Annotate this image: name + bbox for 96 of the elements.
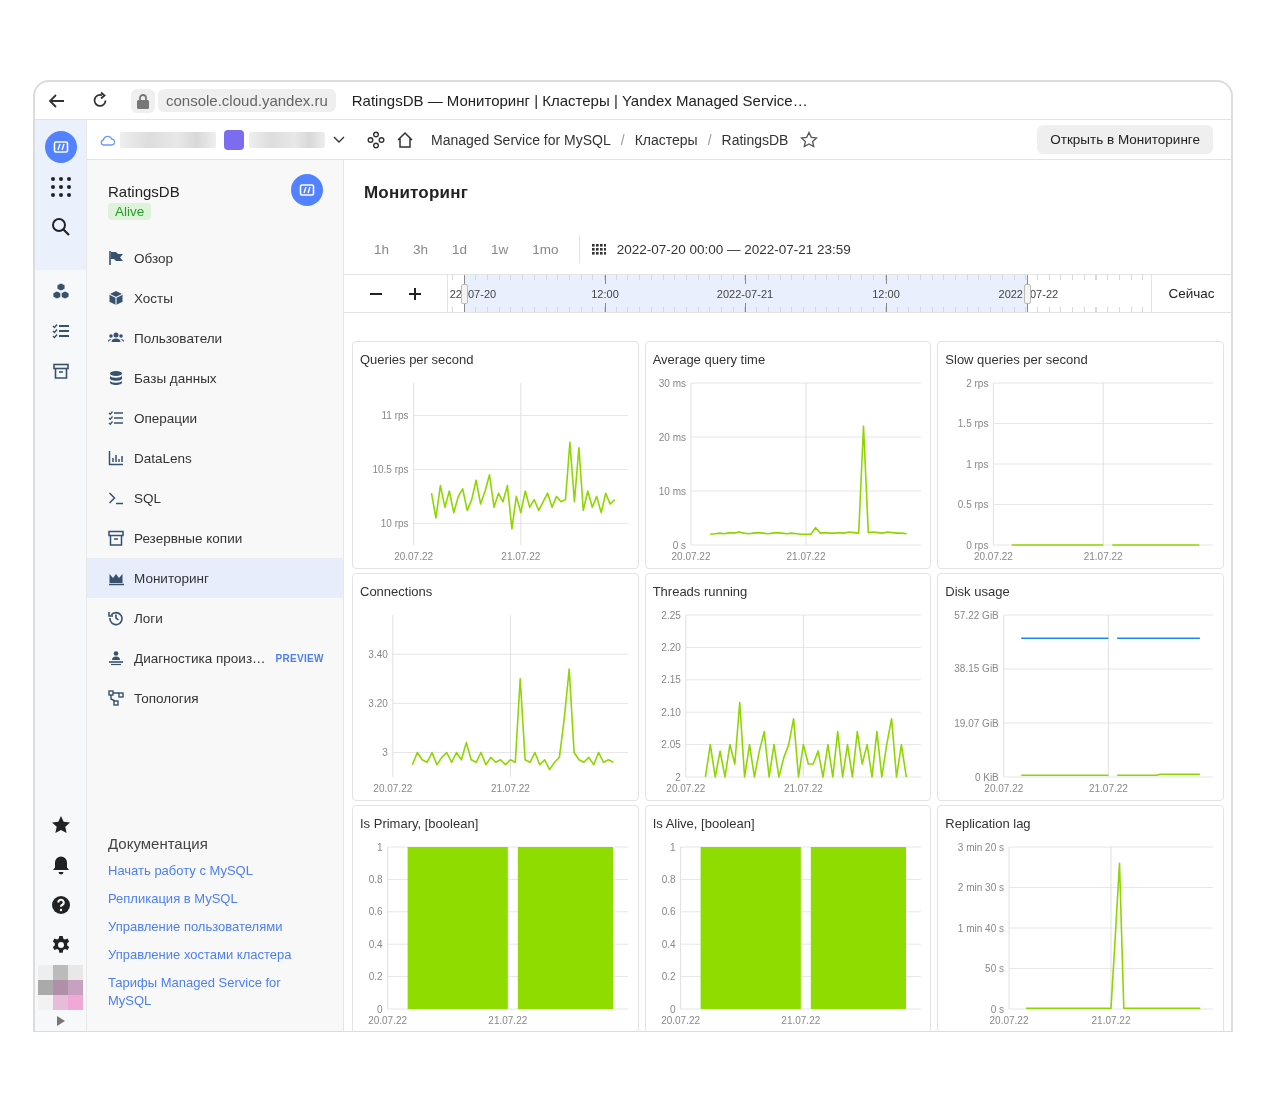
sidebar-item-label: Операции — [134, 410, 198, 426]
sidebar-item-label: Логи — [134, 610, 163, 626]
axis-label: 57.22 GiB — [954, 609, 1000, 621]
axis-label: 0 s — [672, 539, 686, 551]
axis-label: 2.10 — [661, 706, 681, 718]
axis-label: 2.05 — [661, 739, 681, 751]
axis-label: 0 s — [991, 1003, 1005, 1015]
timeline-label: 07-22 — [1030, 288, 1059, 300]
axis-label: 20.07.22 — [660, 1015, 700, 1026]
axis-label: 3 min 20 s — [958, 841, 1005, 853]
sidebar-item-label: SQL — [134, 490, 161, 506]
chart-title: Disk usage — [945, 584, 1011, 599]
chart-title: Replication lag — [945, 816, 1032, 831]
sidebar-item-label: DataLens — [134, 450, 192, 466]
chart-title: Threads running — [652, 584, 749, 599]
axis-label: 1 rps — [966, 458, 989, 470]
axis-label: 38.15 GiB — [954, 663, 1000, 675]
axis-label: 2.15 — [661, 674, 681, 686]
chart-title: Is Primary, [boolean] — [360, 816, 480, 831]
axis-label: 20.07.22 — [368, 1015, 408, 1026]
page-heading: Мониторинг — [363, 182, 469, 203]
chart-title: Slow queries per second — [945, 352, 1089, 367]
axis-label: 10.5 rps — [372, 463, 409, 475]
sidebar-item-label: Базы данных — [134, 370, 217, 386]
chart-title: Queries per second — [360, 352, 475, 367]
docs-heading: Документация — [108, 835, 209, 852]
axis-label: 0 — [377, 1003, 383, 1015]
axis-label: 2 — [674, 771, 681, 783]
timeline-label: 12:00 — [591, 288, 619, 300]
axis-label: 3.40 — [368, 648, 388, 660]
axis-label: 0.4 — [368, 938, 383, 950]
axis-label: 1 — [377, 841, 383, 853]
axis-label: 0.6 — [661, 906, 676, 918]
axis-label: 21.07.22 — [786, 551, 826, 562]
axis-label: 10 rps — [380, 517, 409, 529]
chart-title: Connections — [360, 584, 434, 599]
axis-label: 2.20 — [661, 641, 681, 653]
axis-label: 19.07 GiB — [954, 717, 1000, 729]
axis-label: 21.07.22 — [488, 1015, 528, 1026]
axis-label: 21.07.22 — [783, 783, 823, 794]
axis-label: 2 min 30 s — [958, 882, 1005, 893]
sidebar-item-label: Пользователи — [134, 330, 223, 346]
axis-label: 21.07.22 — [781, 1015, 820, 1026]
axis-label: 0 KiB — [975, 771, 1000, 783]
axis-label: 0.4 — [661, 938, 676, 950]
status-label: Alive — [108, 203, 152, 220]
axis-label: 21.07.22 — [490, 783, 530, 794]
axis-label: 0.8 — [368, 873, 383, 885]
axis-label: 20.07.22 — [373, 783, 413, 794]
axis-label: 1.5 rps — [958, 418, 989, 429]
cluster-name: RatingsDB — [108, 183, 180, 200]
timeline-label: 07-20 — [468, 288, 497, 300]
chart-title: Average query time — [652, 352, 767, 367]
axis-label: 0 rps — [966, 539, 989, 551]
sidebar-item-label: Хосты — [134, 290, 173, 306]
axis-label: 0.6 — [368, 906, 383, 918]
axis-label: 0 — [669, 1003, 676, 1015]
axis-label: 20 ms — [658, 431, 686, 443]
axis-label: 50 s — [985, 963, 1005, 974]
axis-label: 21.07.22 — [1089, 783, 1129, 794]
preview-label: PREVIEW — [275, 652, 324, 664]
axis-label: 0.5 rps — [958, 499, 989, 510]
sidebar-item-label: Мониторинг — [134, 570, 209, 586]
axis-label: 2 rps — [966, 377, 989, 389]
axis-label: 0.2 — [368, 971, 383, 983]
timeline-label: 22 — [449, 288, 462, 300]
sidebar-item-label: Топология — [134, 690, 199, 706]
axis-label: 20.07.22 — [671, 551, 711, 562]
timeline-label: 12:00 — [872, 288, 900, 300]
sidebar-item-label: Диагностика произ… — [134, 650, 266, 666]
axis-label: 21.07.22 — [1091, 1015, 1131, 1026]
sidebar-item-label: Обзор — [134, 250, 173, 266]
axis-label: 20.07.22 — [394, 551, 434, 562]
axis-label: 21.07.22 — [1084, 551, 1123, 562]
page-title: RatingsDB — Мониторинг | Кластеры | Yandex Managed Service… — [351, 92, 808, 109]
breadcrumb-separator: / — [620, 131, 625, 148]
axis-label: 1 min 40 s — [958, 922, 1005, 934]
timeline-label: 2022-07-21 — [716, 288, 774, 300]
axis-label: 30 ms — [658, 377, 686, 389]
breadcrumb-separator: / — [707, 131, 712, 148]
axis-label: 1 — [669, 841, 676, 853]
sidebar-item-label: Резервные копии — [134, 530, 243, 546]
axis-label: 0.8 — [661, 873, 676, 885]
timeline-label: 2022 — [998, 288, 1023, 300]
axis-label: 2.25 — [661, 609, 681, 621]
axis-label: 3 — [382, 746, 388, 758]
axis-label: 11 rps — [381, 409, 409, 421]
axis-label: 20.07.22 — [974, 551, 1014, 562]
chart-title: Is Alive, [boolean] — [652, 816, 756, 831]
axis-label: 3.20 — [368, 697, 388, 709]
axis-label: 20.07.22 — [984, 783, 1024, 794]
axis-label: 0.2 — [661, 971, 676, 983]
axis-label: 10 ms — [658, 485, 686, 497]
axis-label: 20.07.22 — [989, 1015, 1029, 1026]
axis-label: 20.07.22 — [666, 783, 705, 794]
axis-label: 21.07.22 — [501, 551, 541, 562]
